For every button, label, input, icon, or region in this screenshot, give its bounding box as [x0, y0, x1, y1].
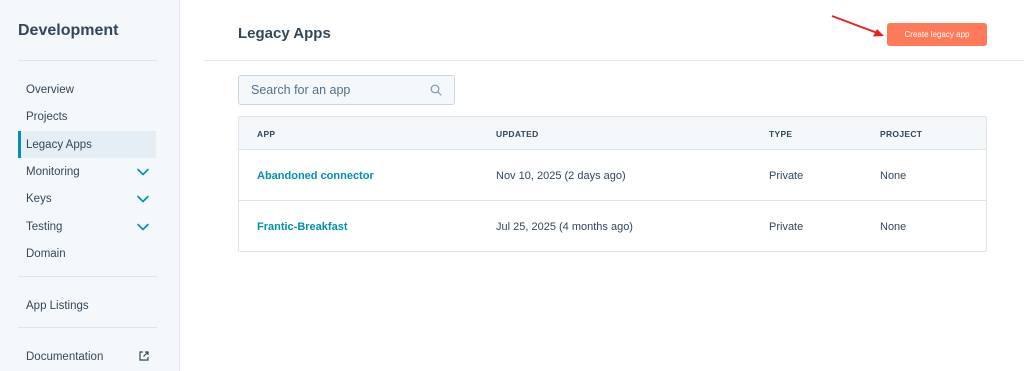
project-cell: None	[880, 169, 907, 182]
create-legacy-app-button[interactable]: Create legacy app	[887, 23, 987, 46]
column-header-type[interactable]: TYPE	[769, 129, 792, 139]
type-cell: Private	[769, 169, 804, 182]
column-header-updated[interactable]: UPDATED	[496, 129, 539, 139]
annotation-arrow-icon	[831, 15, 884, 37]
sidebar-item-keys[interactable]: Keys	[18, 185, 156, 212]
sidebar-item-domain[interactable]: Domain	[18, 240, 156, 267]
sidebar: Development Overview Projects Legacy App…	[0, 0, 180, 371]
column-header-app[interactable]: APP	[257, 129, 275, 139]
sidebar-item-label: App Listings	[26, 299, 89, 312]
header-divider	[204, 60, 1024, 61]
apps-table: APP UPDATED TYPE PROJECT Abandoned conne…	[238, 116, 987, 252]
search-input[interactable]	[251, 83, 421, 97]
table-row: Frantic-Breakfast Jul 25, 2025 (4 months…	[239, 201, 986, 251]
app-name-link[interactable]: Frantic-Breakfast	[257, 201, 347, 251]
sidebar-divider	[18, 327, 157, 328]
search-field[interactable]	[238, 75, 455, 105]
table-row: Abandoned connector Nov 10, 2025 (2 days…	[239, 150, 986, 201]
sidebar-item-monitoring[interactable]: Monitoring	[18, 158, 156, 185]
sidebar-title: Development	[18, 22, 119, 39]
sidebar-item-testing[interactable]: Testing	[18, 213, 156, 240]
updated-cell: Jul 25, 2025 (4 months ago)	[496, 220, 633, 233]
sidebar-item-label: Monitoring	[26, 165, 80, 178]
project-cell: None	[880, 220, 907, 233]
sidebar-item-label: Keys	[26, 192, 52, 205]
table-header: APP UPDATED TYPE PROJECT	[239, 117, 986, 150]
updated-cell: Nov 10, 2025 (2 days ago)	[496, 169, 626, 182]
sidebar-item-app-listings[interactable]: App Listings	[18, 292, 156, 319]
sidebar-item-label: Documentation	[26, 350, 104, 363]
sidebar-item-legacy-apps[interactable]: Legacy Apps	[18, 131, 156, 158]
search-icon[interactable]	[430, 84, 442, 96]
sidebar-item-overview[interactable]: Overview	[18, 76, 156, 103]
sidebar-item-documentation[interactable]: Documentation	[18, 343, 156, 370]
chevron-down-icon[interactable]	[136, 220, 150, 234]
sidebar-item-projects[interactable]: Projects	[18, 103, 156, 130]
sidebar-item-label: Overview	[26, 83, 74, 96]
column-header-project[interactable]: PROJECT	[880, 129, 922, 139]
page-title: Legacy Apps	[238, 25, 331, 42]
app-name-link[interactable]: Abandoned connector	[257, 150, 374, 201]
sidebar-divider	[18, 276, 157, 277]
sidebar-item-label: Legacy Apps	[26, 138, 92, 151]
chevron-down-icon[interactable]	[136, 165, 150, 179]
external-link-icon	[139, 351, 149, 361]
type-cell: Private	[769, 220, 804, 233]
chevron-down-icon[interactable]	[136, 192, 150, 206]
sidebar-item-label: Testing	[26, 220, 63, 233]
sidebar-divider	[18, 60, 157, 61]
sidebar-item-label: Projects	[26, 110, 68, 123]
sidebar-item-label: Domain	[26, 247, 66, 260]
